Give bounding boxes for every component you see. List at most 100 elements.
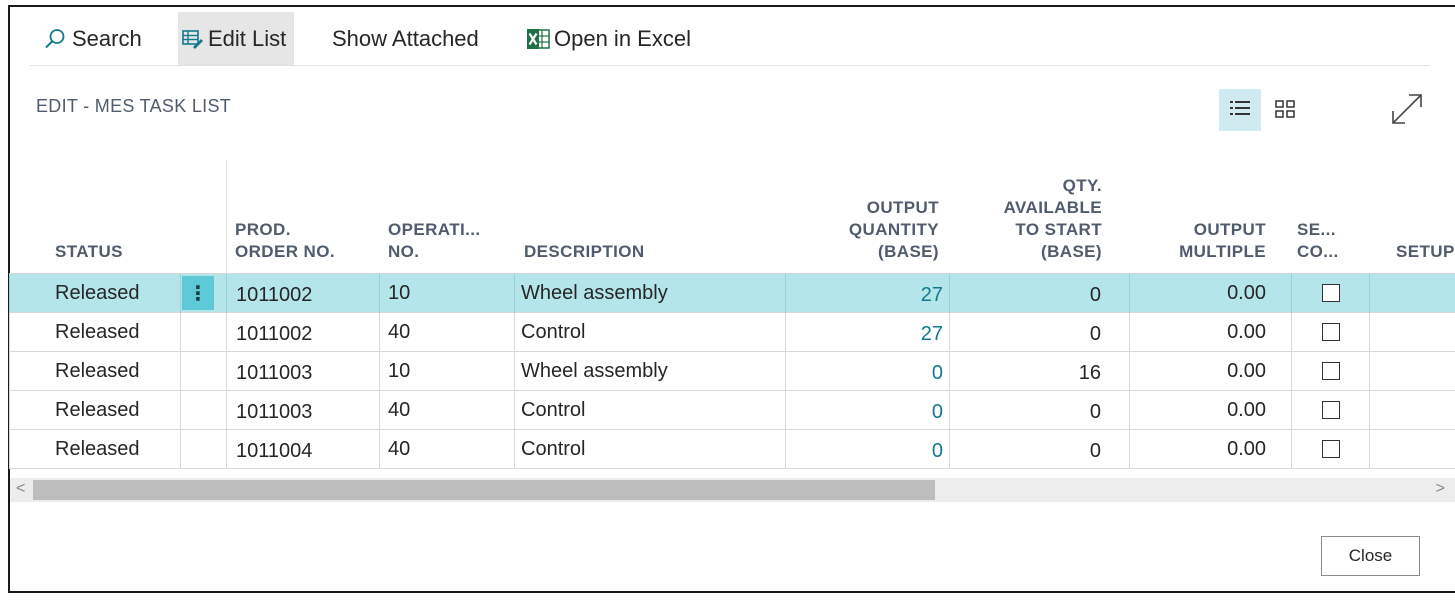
tile-view-button[interactable] [1270, 96, 1300, 126]
col-setup[interactable]: SETUP [1396, 241, 1455, 263]
col-status-label: STATUS [55, 242, 123, 261]
cell-divider [514, 430, 515, 469]
col-operation-no-line1: OPERATI... [388, 220, 481, 239]
col-output-multiple[interactable]: OUTPUT MULTIPLE [1129, 219, 1266, 263]
edit-list-button[interactable]: Edit List [178, 12, 294, 65]
se-co-checkbox[interactable] [1322, 362, 1340, 380]
cell-description[interactable]: Wheel assembly [521, 274, 668, 313]
col-status[interactable]: STATUS [55, 241, 123, 263]
scrollbar-thumb[interactable] [33, 480, 935, 500]
cell-divider [1369, 313, 1370, 352]
show-attached-button[interactable]: Show Attached [294, 12, 520, 65]
scroll-left-icon[interactable]: < [16, 480, 25, 498]
row-actions-icon[interactable]: ⋮ [182, 276, 214, 310]
cell-output-quantity[interactable]: 0 [789, 393, 943, 432]
col-prod-order-no-line2: ORDER NO. [235, 242, 335, 261]
col-qty-avail-line3: TO START [1015, 220, 1102, 239]
cell-status[interactable]: Released [55, 274, 140, 313]
expand-icon [1390, 92, 1424, 131]
cell-operation-no[interactable]: 40 [388, 430, 410, 469]
search-icon [44, 28, 66, 50]
table-row[interactable]: Released 1011003 10 Wheel assembly 0 16 0.00 [9, 352, 1455, 391]
cell-operation-no[interactable]: 10 [388, 274, 410, 313]
cell-divider [226, 352, 227, 391]
horizontal-scrollbar[interactable]: < > [10, 478, 1455, 502]
cell-output-multiple[interactable]: 0.00 [1129, 430, 1266, 469]
cell-divider [379, 391, 380, 430]
cell-operation-no[interactable]: 40 [388, 313, 410, 352]
cell-description[interactable]: Wheel assembly [521, 352, 668, 391]
cell-prod-order-no[interactable]: 1011004 [236, 432, 312, 471]
table-row[interactable]: Released 1011003 40 Control 0 0 0.00 [9, 391, 1455, 430]
cell-qty-available[interactable]: 0 [949, 276, 1101, 315]
cell-description[interactable]: Control [521, 313, 585, 352]
open-in-excel-label: Open in Excel [554, 25, 691, 51]
cell-output-multiple[interactable]: 0.00 [1129, 391, 1266, 430]
cell-status[interactable]: Released [55, 391, 140, 430]
col-output-qty-line1: OUTPUT [866, 198, 939, 217]
cell-output-quantity[interactable]: 0 [789, 354, 943, 393]
col-output-quantity[interactable]: OUTPUT QUANTITY (BASE) [789, 197, 939, 263]
cell-prod-order-no[interactable]: 1011003 [236, 354, 312, 393]
cell-output-multiple[interactable]: 0.00 [1129, 313, 1266, 352]
cell-qty-available[interactable]: 16 [949, 354, 1101, 393]
col-qty-available[interactable]: QTY. AVAILABLE TO START (BASE) [949, 175, 1102, 263]
col-operation-no[interactable]: OPERATI... NO. [388, 219, 480, 263]
expand-button[interactable] [1388, 92, 1426, 130]
open-in-excel-button[interactable]: Open in Excel [520, 12, 695, 65]
cell-qty-available[interactable]: 0 [949, 315, 1101, 354]
col-description[interactable]: DESCRIPTION [524, 241, 645, 263]
cell-prod-order-no[interactable]: 1011003 [236, 393, 312, 432]
show-attached-label: Show Attached [332, 25, 479, 51]
close-button[interactable]: Close [1321, 536, 1420, 576]
cell-divider [9, 430, 10, 469]
cell-divider [785, 391, 786, 430]
col-se-co[interactable]: SE... CO... [1297, 219, 1339, 263]
scroll-right-icon[interactable]: > [1436, 480, 1445, 498]
cell-divider [785, 430, 786, 469]
cell-status[interactable]: Released [55, 430, 140, 469]
edit-list-label: Edit List [208, 25, 287, 51]
action-bar: Search Edit List Show Attached Open in E… [30, 12, 1430, 66]
cell-divider [180, 274, 181, 313]
cell-prod-order-no[interactable]: 1011002 [236, 276, 312, 315]
cell-divider [1369, 430, 1370, 469]
cell-qty-available[interactable]: 0 [949, 432, 1101, 471]
col-se-co-line1: SE... [1297, 220, 1336, 239]
cell-status[interactable]: Released [55, 313, 140, 352]
cell-divider [9, 274, 10, 313]
cell-output-multiple[interactable]: 0.00 [1129, 274, 1266, 313]
cell-output-quantity[interactable]: 0 [789, 432, 943, 471]
cell-operation-no[interactable]: 40 [388, 391, 410, 430]
cell-prod-order-no[interactable]: 1011002 [236, 315, 312, 354]
cell-divider [379, 313, 380, 352]
cell-output-quantity[interactable]: 27 [789, 315, 943, 354]
header-divider [226, 160, 227, 274]
cell-output-quantity[interactable]: 27 [789, 276, 943, 315]
col-prod-order-no[interactable]: PROD. ORDER NO. [235, 219, 335, 263]
cell-output-multiple[interactable]: 0.00 [1129, 352, 1266, 391]
cell-status[interactable]: Released [55, 352, 140, 391]
cell-divider [226, 391, 227, 430]
cell-divider [379, 274, 380, 313]
cell-description[interactable]: Control [521, 391, 585, 430]
search-button[interactable]: Search [30, 12, 178, 65]
table-row[interactable]: Released 1011002 40 Control 27 0 0.00 [9, 313, 1455, 352]
se-co-checkbox[interactable] [1322, 323, 1340, 341]
cell-qty-available[interactable]: 0 [949, 393, 1101, 432]
se-co-checkbox[interactable] [1322, 284, 1340, 302]
table-row[interactable]: Released 1011004 40 Control 0 0 0.00 [9, 430, 1455, 469]
cell-operation-no[interactable]: 10 [388, 352, 410, 391]
close-label: Close [1348, 546, 1393, 565]
col-qty-avail-line4: (BASE) [1041, 242, 1102, 261]
edit-list-icon [182, 29, 204, 49]
cell-divider [180, 352, 181, 391]
cell-description[interactable]: Control [521, 430, 585, 469]
se-co-checkbox[interactable] [1322, 440, 1340, 458]
table-row[interactable]: Released ⋮ 1011002 10 Wheel assembly 27 0 0.00 [9, 274, 1455, 313]
list-view-button[interactable] [1219, 89, 1261, 131]
col-output-qty-line3: (BASE) [878, 242, 939, 261]
se-co-checkbox[interactable] [1322, 401, 1340, 419]
cell-divider [1291, 391, 1292, 430]
col-se-co-line2: CO... [1297, 242, 1339, 261]
